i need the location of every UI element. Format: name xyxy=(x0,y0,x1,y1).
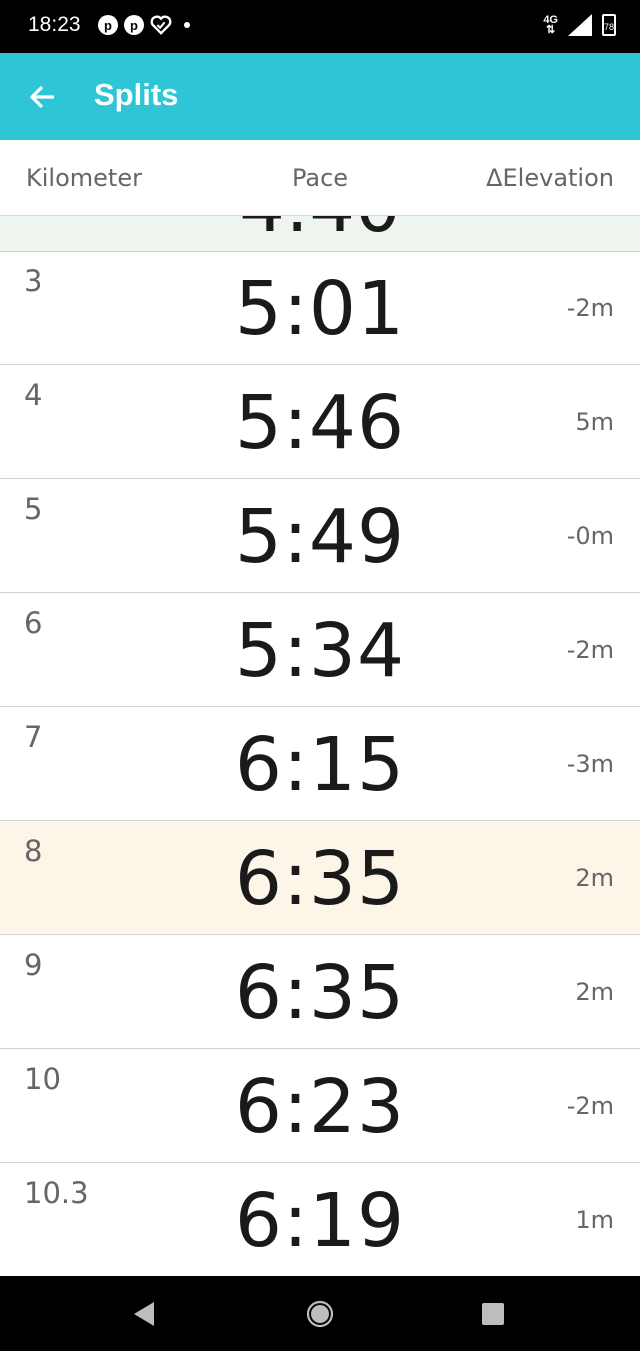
split-pace: 6:23 xyxy=(234,1064,406,1150)
split-elevation: 5m xyxy=(575,408,614,436)
back-arrow-icon[interactable] xyxy=(26,81,58,113)
split-elevation: 1m xyxy=(575,1206,614,1234)
split-row: 3 5:01 -2m xyxy=(0,252,640,365)
splits-list[interactable]: 4:40 3 5:01 -2m 4 5:46 5m 5 5:49 -0m 6 5… xyxy=(0,216,640,1276)
split-row: 5 5:49 -0m xyxy=(0,480,640,593)
header-elevation: ΔElevation xyxy=(486,164,614,192)
app-bar: Splits xyxy=(0,53,640,140)
split-elevation: 2m xyxy=(575,864,614,892)
split-pace: 5:49 xyxy=(234,494,406,580)
split-pace: 5:46 xyxy=(234,380,406,466)
split-row-highlighted: 8 6:35 2m xyxy=(0,822,640,935)
battery-level: 78 xyxy=(604,22,615,32)
split-row: 10.3 6:19 1m xyxy=(0,1164,640,1276)
split-row: 4 5:46 5m xyxy=(0,366,640,479)
system-nav-bar xyxy=(0,1276,640,1351)
split-elevation: -2m xyxy=(566,294,614,322)
split-pace: 6:19 xyxy=(234,1178,406,1264)
column-headers: Kilometer Pace ΔElevation xyxy=(0,140,640,216)
split-row: 7 6:15 -3m xyxy=(0,708,640,821)
heart-check-icon xyxy=(150,15,172,35)
pinterest-icon: p xyxy=(124,15,144,35)
nav-recents-icon[interactable] xyxy=(481,1302,505,1326)
dot-icon xyxy=(184,22,190,28)
split-row: 6 5:34 -2m xyxy=(0,594,640,707)
split-elevation: -0m xyxy=(566,522,614,550)
status-time: 18:23 xyxy=(28,13,81,36)
split-pace: 5:01 xyxy=(234,266,406,352)
split-elevation: 2m xyxy=(575,978,614,1006)
split-row: 9 6:35 2m xyxy=(0,936,640,1049)
split-pace: 6:35 xyxy=(234,836,406,922)
status-bar: 18:23 p p 4G ⇅ 78 xyxy=(0,0,640,53)
notification-icons: p p xyxy=(98,15,190,35)
split-pace: 6:15 xyxy=(234,722,406,808)
split-row: 10 6:23 -2m xyxy=(0,1050,640,1163)
pinterest-icon: p xyxy=(98,15,118,35)
network-type: 4G ⇅ xyxy=(543,14,558,36)
split-pace: 4:40 xyxy=(0,216,640,248)
page-title: Splits xyxy=(94,77,179,112)
split-elevation: -3m xyxy=(566,750,614,778)
nav-home-icon[interactable] xyxy=(306,1300,334,1328)
battery-icon: 78 xyxy=(602,14,616,36)
nav-back-icon[interactable] xyxy=(132,1301,156,1327)
split-pace: 6:35 xyxy=(234,950,406,1036)
split-elevation: -2m xyxy=(566,636,614,664)
split-row-partial: 4:40 xyxy=(0,216,640,252)
signal-icon xyxy=(568,14,592,36)
split-pace: 5:34 xyxy=(234,608,406,694)
split-elevation: -2m xyxy=(566,1092,614,1120)
